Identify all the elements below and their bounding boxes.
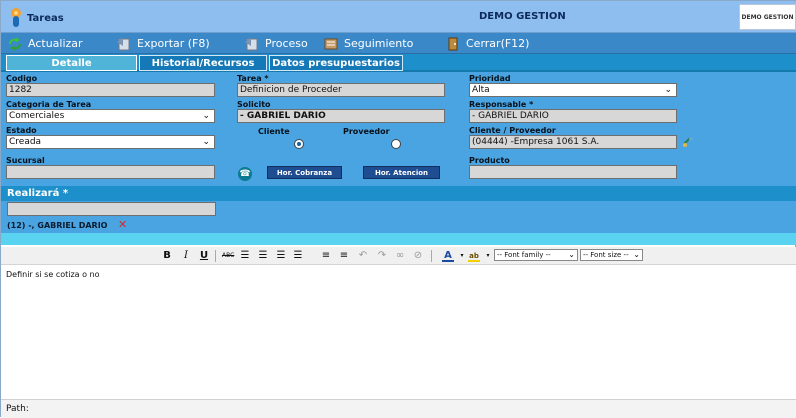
align-left-icon[interactable]: ☰ [239,250,251,262]
chevron-down-icon: ⌄ [664,85,672,95]
cliente-proveedor-label: Cliente / Proveedor [469,126,556,135]
link-icon[interactable] [682,136,694,148]
numbered-list-icon[interactable]: ≡ [338,250,350,262]
undo-icon[interactable]: ↶ [357,250,369,262]
tab-datos-presupuestarios[interactable]: Datos presupuestarios [269,55,403,71]
redo-icon[interactable]: ↷ [376,250,388,262]
solicito-field[interactable]: - GABRIEL DARIO [237,109,445,123]
estado-label: Estado [6,126,37,135]
chevron-down-icon: ⌄ [202,137,210,147]
app-window: Tareas DEMO GESTION DEMO GESTION Actuali… [0,0,796,418]
font-size-value: -- Font size -- [583,251,629,259]
bullet-list-icon[interactable]: ≡ [320,250,332,262]
editor-toolbar: B I U ABC ☰ ☰ ☰ ☰ ≡ ≡ ↶ ↷ ∞ ⊘ A ▾ ab ▾ -… [1,247,796,265]
process-label: Proceso [265,37,308,50]
prioridad-label: Prioridad [469,74,511,83]
remove-icon[interactable]: ✕ [118,219,127,230]
app-title: Tareas [27,13,64,24]
text-color-dropdown-icon[interactable]: ▾ [456,250,468,262]
estado-select[interactable]: Creada ⌄ [6,135,215,149]
font-size-select[interactable]: -- Font size -- ⌄ [580,249,643,261]
bold-button[interactable]: B [161,250,173,262]
export-button[interactable]: Exportar (F8) [116,35,210,52]
process-button[interactable]: Proceso [244,35,308,52]
producto-field[interactable] [469,165,677,179]
refresh-icon [9,36,21,51]
realizara-section [1,201,796,218]
categoria-select[interactable]: Comerciales ⌄ [6,109,215,123]
unlink-icon[interactable]: ⊘ [412,250,424,262]
sucursal-label: Sucursal [6,156,45,165]
cliente-proveedor-field[interactable]: (04444) -Empresa 1061 S.A. [469,135,677,149]
justify-icon[interactable]: ☰ [292,250,304,262]
export-label: Exportar (F8) [137,37,210,50]
cliente-radio-label: Cliente [258,127,290,136]
font-family-select[interactable]: -- Font family -- ⌄ [494,249,578,261]
tarea-field[interactable]: Definicion de Proceder [237,83,445,97]
producto-label: Producto [469,156,510,165]
refresh-label: Actualizar [28,37,83,50]
link-icon[interactable]: ∞ [394,250,406,262]
tab-detalle[interactable]: Detalle [6,55,137,71]
realizara-input[interactable] [7,202,216,216]
action-toolbar: Actualizar Exportar (F8) Proceso Seguimi… [1,33,796,54]
title-bar: Tareas DEMO GESTION DEMO GESTION [1,1,796,33]
hor-cobranza-button[interactable]: Hor. Cobranza [267,166,342,179]
align-right-icon[interactable]: ☰ [275,250,287,262]
sucursal-field[interactable] [6,165,215,179]
close-label: Cerrar(F12) [466,37,530,50]
chevron-down-icon: ⌄ [568,250,575,259]
editor-content-area[interactable]: Definir si se cotiza o no [1,265,796,399]
close-door-icon [448,37,458,50]
export-icon [117,37,130,50]
tasks-logo-icon [11,8,21,27]
highlight-dropdown-icon[interactable]: ▾ [482,250,494,262]
solicito-label: Solicito [237,100,271,109]
phone-icon[interactable]: ☎ [238,167,252,181]
section-divider [1,233,796,245]
text-color-icon[interactable]: A [442,250,454,262]
followup-icon [324,38,338,49]
font-family-value: -- Font family -- [497,251,551,259]
responsable-label: Responsable * [469,100,534,109]
highlight-color-icon[interactable]: ab [468,250,480,262]
editor-text: Definir si se cotiza o no [6,270,100,279]
estado-value: Creada [9,137,42,147]
hor-atencion-button[interactable]: Hor. Atencion [363,166,440,179]
close-button[interactable]: Cerrar(F12) [445,35,529,52]
toolbar-separator [215,250,216,262]
responsable-field[interactable]: - GABRIEL DARIO [469,109,677,123]
detail-form: Codigo 1282 Tarea * Definicion de Proced… [1,72,796,186]
chevron-down-icon: ⌄ [202,111,210,121]
tab-historial-recursos[interactable]: Historial/Recursos [139,55,267,71]
brand-logo: DEMO GESTION [739,4,796,30]
underline-button[interactable]: U [198,250,210,262]
italic-button[interactable]: I [180,250,192,262]
codigo-field[interactable]: 1282 [6,83,215,97]
align-center-icon[interactable]: ☰ [257,250,269,262]
followup-button[interactable]: Seguimiento [323,35,413,52]
refresh-button[interactable]: Actualizar [7,35,83,52]
followup-label: Seguimiento [344,37,414,50]
editor-path-bar: Path: [1,399,796,418]
proveedor-radio[interactable] [391,139,401,149]
path-label: Path: [6,404,29,414]
realizara-heading: Realizará * [1,186,796,201]
strikethrough-button[interactable]: ABC [222,250,234,262]
cliente-radio[interactable] [294,139,304,149]
categoria-label: Categoria de Tarea [6,100,92,109]
process-icon [245,37,258,50]
window-title: DEMO GESTION [479,11,566,22]
prioridad-select[interactable]: Alta ⌄ [469,83,677,97]
tab-bar: Detalle Historial/Recursos Datos presupu… [1,54,796,72]
chevron-down-icon: ⌄ [633,250,640,259]
categoria-value: Comerciales [9,111,65,121]
prioridad-value: Alta [472,85,490,95]
toolbar-separator [431,250,432,262]
assigned-user: (12) -, GABRIEL DARIO [7,221,108,230]
codigo-label: Codigo [6,74,38,83]
proveedor-radio-label: Proveedor [343,127,390,136]
assigned-user-row: (12) -, GABRIEL DARIO ✕ [1,218,796,233]
tarea-label: Tarea * [237,74,269,83]
